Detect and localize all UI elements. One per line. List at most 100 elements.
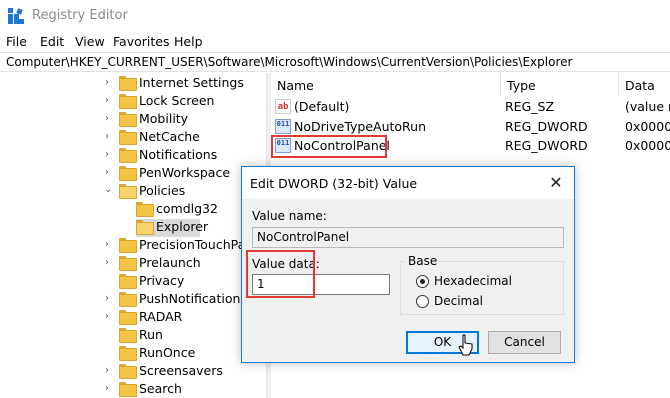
- tree-item-penworkspace[interactable]: › PenWorkspace: [0, 164, 266, 182]
- tree-item-label: NetCache: [139, 129, 200, 144]
- tree-item-netcache[interactable]: › NetCache: [0, 128, 266, 146]
- chevron-right-icon[interactable]: ›: [105, 384, 115, 394]
- tree-item-label: Prelaunch: [139, 255, 201, 270]
- chevron-right-icon[interactable]: ›: [105, 114, 115, 124]
- value-name-label: Value name:: [252, 209, 327, 223]
- hexadecimal-label[interactable]: Hexadecimal: [434, 274, 512, 288]
- chevron-right-icon[interactable]: ›: [105, 258, 115, 268]
- chevron-right-icon[interactable]: ›: [105, 168, 115, 178]
- cancel-button[interactable]: Cancel: [488, 331, 561, 354]
- registry-editor-icon: [8, 8, 24, 24]
- tree-item-label: comdlg32: [156, 201, 218, 216]
- tree-item-label: RADAR: [139, 309, 183, 324]
- tree-item-run[interactable]: Run: [0, 326, 266, 344]
- tree-item-label: Explorer: [156, 219, 209, 234]
- chevron-right-icon[interactable]: ›: [105, 96, 115, 106]
- decimal-radio[interactable]: [416, 295, 429, 308]
- tree-item-search[interactable]: › Search: [0, 380, 266, 398]
- folder-icon: [119, 238, 137, 253]
- folder-icon: [119, 256, 137, 271]
- base-group-title: Base: [405, 254, 441, 268]
- value-type: REG_DWORD: [505, 138, 588, 153]
- tree-item-label: Mobility: [139, 111, 189, 126]
- highlight-nocontrolpanel: [271, 135, 387, 158]
- tree-item-label: Notifications: [139, 147, 218, 162]
- folder-open-icon: [119, 184, 137, 199]
- value-row-default[interactable]: ab (Default) REG_SZ (value no: [271, 97, 670, 116]
- tree-item-precisiontouchpad[interactable]: › PrecisionTouchPad: [0, 236, 266, 254]
- folder-icon: [119, 310, 137, 325]
- hexadecimal-radio[interactable]: [416, 275, 429, 288]
- tree-item-label: Privacy: [139, 273, 185, 288]
- value-row-nodrivetypeautorun[interactable]: 011 NoDriveTypeAutoRun REG_DWORD 0x00000…: [271, 117, 670, 136]
- tree-item-label: PenWorkspace: [139, 165, 231, 180]
- folder-icon: [119, 76, 137, 91]
- dword-value-icon: 011: [275, 119, 291, 134]
- decimal-label[interactable]: Decimal: [434, 294, 483, 308]
- menu-edit[interactable]: Edit: [40, 34, 64, 49]
- folder-icon: [119, 364, 137, 379]
- tree-item-privacy[interactable]: Privacy: [0, 272, 266, 290]
- tree-item-runonce[interactable]: RunOnce: [0, 344, 266, 362]
- tree-item-label: Run: [139, 327, 163, 342]
- window-title: Registry Editor: [32, 8, 128, 23]
- value-name: NoDriveTypeAutoRun: [294, 119, 427, 134]
- menu-view[interactable]: View: [75, 34, 105, 49]
- tree-item-label: Screensavers: [139, 363, 223, 378]
- chevron-right-icon[interactable]: ›: [105, 366, 115, 376]
- tree-item-label: RunOnce: [139, 345, 196, 360]
- folder-icon: [119, 148, 137, 163]
- column-header-data[interactable]: Data: [619, 73, 670, 95]
- tree-item-screensavers[interactable]: › Screensavers: [0, 362, 266, 380]
- address-bar[interactable]: Computer\HKEY_CURRENT_USER\Software\Micr…: [0, 52, 670, 72]
- chevron-right-icon[interactable]: ›: [105, 312, 115, 322]
- value-type: REG_SZ: [505, 99, 555, 114]
- tree-item-notifications[interactable]: › Notifications: [0, 146, 266, 164]
- tree-item-internet-settings[interactable]: › Internet Settings: [0, 74, 266, 92]
- tree-item-prelaunch[interactable]: › Prelaunch: [0, 254, 266, 272]
- tree-pane[interactable]: › Internet Settings › Lock Screen › Mobi…: [0, 73, 266, 398]
- chevron-right-icon[interactable]: ›: [105, 294, 115, 304]
- menu-bar: File Edit View Favorites Help: [0, 31, 670, 52]
- folder-icon: [119, 274, 137, 289]
- tree-item-policies[interactable]: ⌄ Policies: [0, 182, 266, 200]
- tree-item-comdlg32[interactable]: comdlg32: [0, 200, 266, 218]
- chevron-down-icon[interactable]: ⌄: [104, 185, 114, 195]
- column-header-name[interactable]: Name: [271, 73, 501, 95]
- tree-item-mobility[interactable]: › Mobility: [0, 110, 266, 128]
- tree-item-label: PrecisionTouchPad: [139, 237, 254, 252]
- address-path: Computer\HKEY_CURRENT_USER\Software\Micr…: [6, 55, 573, 69]
- chevron-right-icon[interactable]: ›: [105, 240, 115, 250]
- tree-item-radar[interactable]: › RADAR: [0, 308, 266, 326]
- folder-icon: [136, 202, 154, 217]
- chevron-right-icon[interactable]: ›: [105, 150, 115, 160]
- value-name-field: NoControlPanel: [252, 227, 564, 248]
- value-name: (Default): [294, 99, 350, 114]
- tree-item-label: Internet Settings: [139, 75, 244, 90]
- dialog-title-bar[interactable]: Edit DWORD (32-bit) Value ✕: [242, 167, 574, 199]
- folder-icon: [119, 328, 137, 343]
- highlight-value-data: [246, 250, 315, 298]
- close-icon[interactable]: ✕: [546, 173, 566, 193]
- tree-item-pushnotifications[interactable]: › PushNotifications: [0, 290, 266, 308]
- folder-icon: [119, 166, 137, 181]
- menu-favorites[interactable]: Favorites: [113, 34, 169, 49]
- tree-item-explorer[interactable]: Explorer: [0, 218, 266, 236]
- chevron-right-icon[interactable]: ›: [105, 78, 115, 88]
- folder-icon: [119, 346, 137, 361]
- column-header-type[interactable]: Type: [501, 73, 619, 95]
- folder-icon: [119, 382, 137, 397]
- value-data: 0x000000: [625, 119, 670, 134]
- tree-item-lock-screen[interactable]: › Lock Screen: [0, 92, 266, 110]
- mouse-cursor-icon: [458, 334, 473, 356]
- title-bar: Registry Editor: [0, 0, 670, 31]
- folder-icon: [119, 292, 137, 307]
- chevron-right-icon[interactable]: ›: [105, 132, 115, 142]
- folder-icon: [119, 94, 137, 109]
- tree-item-label: Search: [139, 381, 182, 396]
- menu-file[interactable]: File: [6, 34, 27, 49]
- dialog-title: Edit DWORD (32-bit) Value: [250, 176, 418, 191]
- folder-open-icon: [136, 220, 154, 235]
- value-data: (value no: [625, 99, 670, 114]
- menu-help[interactable]: Help: [174, 34, 203, 49]
